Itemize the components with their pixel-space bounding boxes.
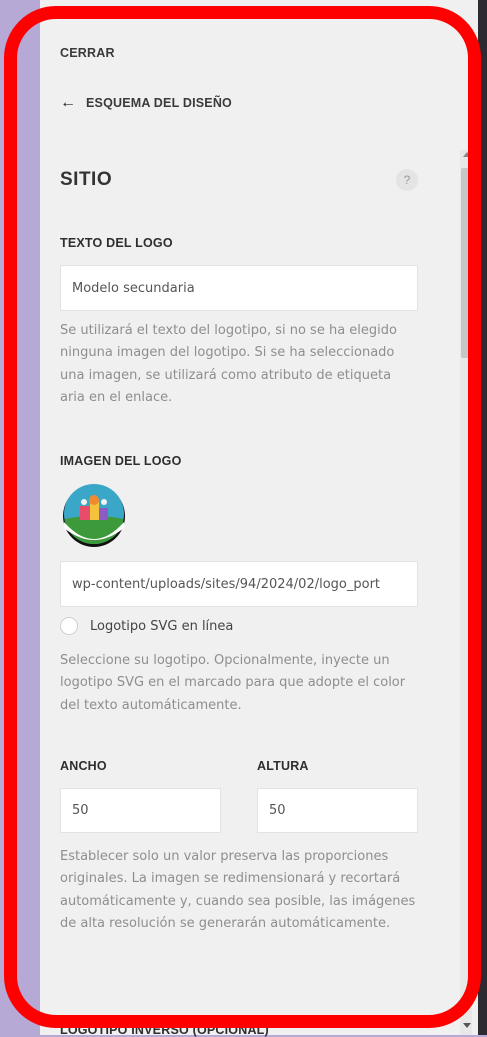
logo-url-input[interactable]: wp-content/uploads/sites/94/2024/02/logo… [60, 561, 418, 607]
scroll-up-arrow-icon[interactable] [463, 152, 471, 157]
height-input[interactable]: 50 [257, 788, 418, 833]
section-title: SITIO [60, 169, 113, 190]
width-input[interactable]: 50 [60, 788, 221, 833]
back-label: ESQUEMA DEL DISEÑO [86, 96, 232, 110]
logo-text-input[interactable]: Modelo secundaria [60, 265, 418, 311]
logo-image-label: IMAGEN DEL LOGO [60, 454, 182, 468]
scroll-down-arrow-icon[interactable] [463, 1023, 471, 1028]
background-page-edge [478, 0, 487, 1035]
height-label: ALTURA [257, 759, 309, 773]
logo-text-label: TEXTO DEL LOGO [60, 236, 173, 250]
logo-text-help: Se utilizará el texto del logotipo, si n… [60, 323, 397, 405]
back-to-layout-button[interactable]: ← ESQUEMA DEL DISEÑO [60, 95, 232, 111]
scrollbar-thumb[interactable] [461, 168, 470, 358]
question-mark-icon[interactable]: ? [396, 169, 418, 191]
svg-inline-checkbox[interactable] [60, 617, 78, 635]
logo-image-preview[interactable] [60, 482, 128, 550]
logo-image-help: Seleccione su logotipo. Opcionalmente, i… [60, 653, 406, 713]
svg-inline-label: Logotipo SVG en línea [90, 618, 234, 634]
arrow-left-icon: ← [60, 94, 76, 111]
width-label: ANCHO [60, 759, 107, 773]
svg-inline-toggle[interactable]: Logotipo SVG en línea [60, 617, 233, 635]
dimensions-help: Establecer solo un valor preserva las pr… [60, 849, 416, 931]
close-button[interactable]: CERRAR [60, 46, 115, 60]
